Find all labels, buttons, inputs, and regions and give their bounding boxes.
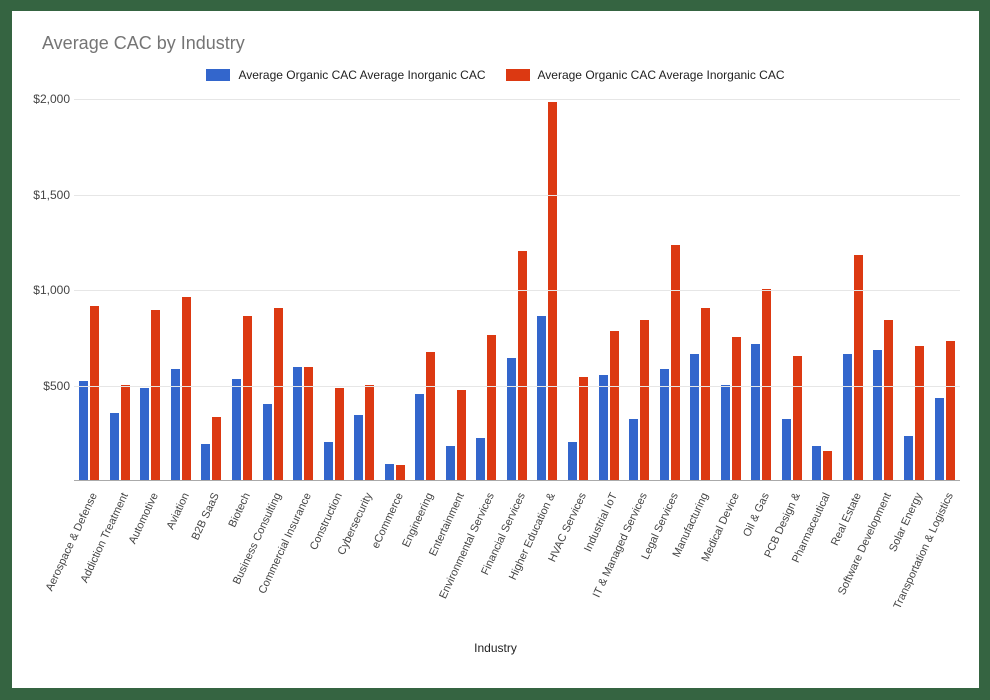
grid-line (74, 386, 960, 387)
bar-series-1 (732, 337, 741, 480)
y-tick-label: $500 (10, 379, 70, 393)
bar-series-1 (579, 377, 588, 480)
bar-series-1 (304, 367, 313, 480)
bar-series-1 (487, 335, 496, 480)
bar-series-0 (263, 404, 272, 480)
chart-title: Average CAC by Industry (42, 33, 245, 54)
legend: Average Organic CAC Average Inorganic CA… (12, 68, 979, 82)
x-axis-title: Industry (12, 641, 979, 655)
bar-series-1 (121, 385, 130, 481)
x-tick-label: Aviation (164, 491, 191, 531)
bar-series-1 (182, 297, 191, 480)
bar-series-1 (854, 255, 863, 480)
y-tick-label: $1,000 (10, 283, 70, 297)
plot-area: $500$1,000$1,500$2,000 (74, 99, 960, 481)
x-tick-label: Biotech (226, 491, 252, 529)
bar-series-0 (812, 446, 821, 480)
bar-series-0 (201, 444, 210, 480)
bar-series-1 (396, 465, 405, 480)
bar-series-1 (946, 341, 955, 480)
bar-series-1 (365, 385, 374, 481)
bar-series-0 (140, 388, 149, 480)
bar-series-1 (151, 310, 160, 480)
bar-series-0 (629, 419, 638, 480)
bar-series-1 (823, 451, 832, 480)
legend-item-1: Average Organic CAC Average Inorganic CA… (506, 68, 785, 82)
bar-series-1 (243, 316, 252, 480)
bar-series-0 (476, 438, 485, 480)
grid-line (74, 195, 960, 196)
bar-series-0 (354, 415, 363, 480)
legend-item-0: Average Organic CAC Average Inorganic CA… (206, 68, 485, 82)
bar-series-0 (935, 398, 944, 480)
legend-swatch-1 (506, 69, 530, 81)
bar-series-0 (751, 344, 760, 480)
bar-series-1 (640, 320, 649, 480)
x-label-wrap: HVAC Services (563, 481, 594, 631)
x-label-wrap: Software Development (868, 481, 899, 631)
bar-series-0 (232, 379, 241, 480)
bar-series-0 (843, 354, 852, 480)
bar-series-1 (884, 320, 893, 480)
bar-series-1 (671, 245, 680, 480)
bar-series-1 (426, 352, 435, 480)
chart-card: Average CAC by Industry Average Organic … (12, 11, 979, 688)
bar-series-1 (457, 390, 466, 480)
x-label-wrap: Addiction Treatment (105, 481, 136, 631)
bar-series-0 (537, 316, 546, 480)
legend-label-1: Average Organic CAC Average Inorganic CA… (538, 68, 785, 82)
grid-line (74, 290, 960, 291)
bar-series-1 (701, 308, 710, 480)
y-tick-label: $2,000 (10, 92, 70, 106)
x-label-wrap: Automotive (135, 481, 166, 631)
bar-series-0 (690, 354, 699, 480)
x-label-wrap: Pharmaceutical (807, 481, 838, 631)
bar-series-1 (518, 251, 527, 480)
bar-series-0 (782, 419, 791, 480)
legend-swatch-0 (206, 69, 230, 81)
bar-series-0 (446, 446, 455, 480)
bar-series-1 (274, 308, 283, 480)
x-label-wrap: Cybersecurity (349, 481, 380, 631)
grid-line (74, 99, 960, 100)
bar-series-0 (568, 442, 577, 480)
x-label-wrap: B2B SaaS (196, 481, 227, 631)
bar-series-1 (762, 289, 771, 480)
bar-series-0 (385, 464, 394, 480)
bar-series-1 (915, 346, 924, 480)
bar-series-0 (110, 413, 119, 480)
legend-label-0: Average Organic CAC Average Inorganic CA… (238, 68, 485, 82)
bar-series-1 (610, 331, 619, 480)
bar-series-0 (873, 350, 882, 480)
bar-series-0 (324, 442, 333, 480)
x-labels: Aerospace & DefenseAddiction TreatmentAu… (74, 481, 960, 631)
bar-series-1 (212, 417, 221, 480)
x-label-wrap: Transportation & Logistics (929, 481, 960, 631)
x-label-wrap: Commercial Insurance (288, 481, 319, 631)
x-label-wrap: eCommerce (379, 481, 410, 631)
bar-series-0 (904, 436, 913, 480)
x-label-wrap: Medical Device (715, 481, 746, 631)
bar-series-0 (721, 385, 730, 481)
bar-series-0 (293, 367, 302, 480)
bar-series-0 (599, 375, 608, 480)
x-label-wrap: Aviation (166, 481, 197, 631)
bar-series-0 (415, 394, 424, 480)
bar-series-1 (90, 306, 99, 480)
bar-series-0 (79, 381, 88, 480)
bar-series-1 (793, 356, 802, 480)
x-tick-label: Oil & Gas (741, 491, 772, 539)
y-tick-label: $1,500 (10, 188, 70, 202)
bar-series-0 (507, 358, 516, 480)
bar-series-1 (335, 388, 344, 480)
